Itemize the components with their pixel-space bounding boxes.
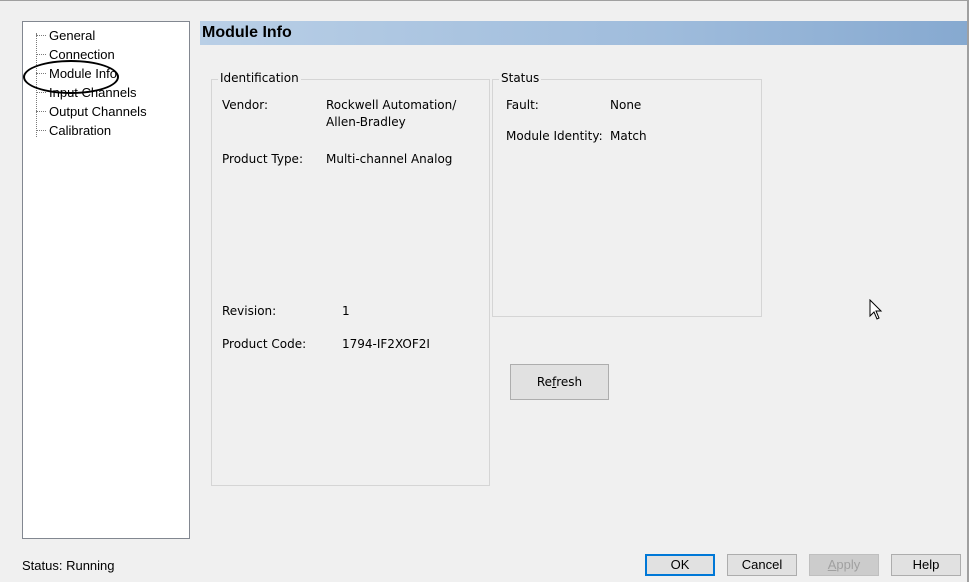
product-type-label: Product Type: [222,152,303,166]
revision-label: Revision: [222,304,277,318]
tree-item-input-channels[interactable]: Input Channels [27,83,189,102]
mouse-pointer-icon [869,299,883,320]
identification-group: Identification [211,71,490,486]
fault-value: None [610,98,642,112]
tree-item-connection[interactable]: Connection [27,45,189,64]
module-identity-label: Module Identity: [506,129,603,143]
help-button[interactable]: Help [891,554,961,576]
identification-group-title: Identification [218,71,301,85]
tree-item-output-channels[interactable]: Output Channels [27,102,189,121]
ok-button[interactable]: OK [645,554,715,576]
status-text: Status: Running [22,558,115,573]
page-title: Module Info [200,21,969,45]
tree-item-general[interactable]: General [27,26,189,45]
refresh-button[interactable]: Refresh [510,364,609,400]
tree-item-calibration[interactable]: Calibration [27,121,189,140]
cancel-button[interactable]: Cancel [727,554,797,576]
module-properties-dialog: General Connection Module Info Input Cha… [0,0,969,582]
vendor-value: Rockwell Automation/ Allen-Bradley [326,98,457,129]
tree-item-module-info[interactable]: Module Info [27,64,189,83]
product-code-value: 1794-IF2XOF2I [342,337,430,351]
status-group-title: Status [499,71,542,85]
category-tree[interactable]: General Connection Module Info Input Cha… [22,21,190,539]
apply-button[interactable]: Apply [809,554,879,576]
revision-value: 1 [342,304,350,318]
status-group: Status [492,71,762,317]
module-identity-value: Match [610,129,647,143]
product-code-label: Product Code: [222,337,307,351]
product-type-value: Multi-channel Analog [326,152,453,166]
vendor-label: Vendor: [222,98,268,112]
fault-label: Fault: [506,98,539,112]
